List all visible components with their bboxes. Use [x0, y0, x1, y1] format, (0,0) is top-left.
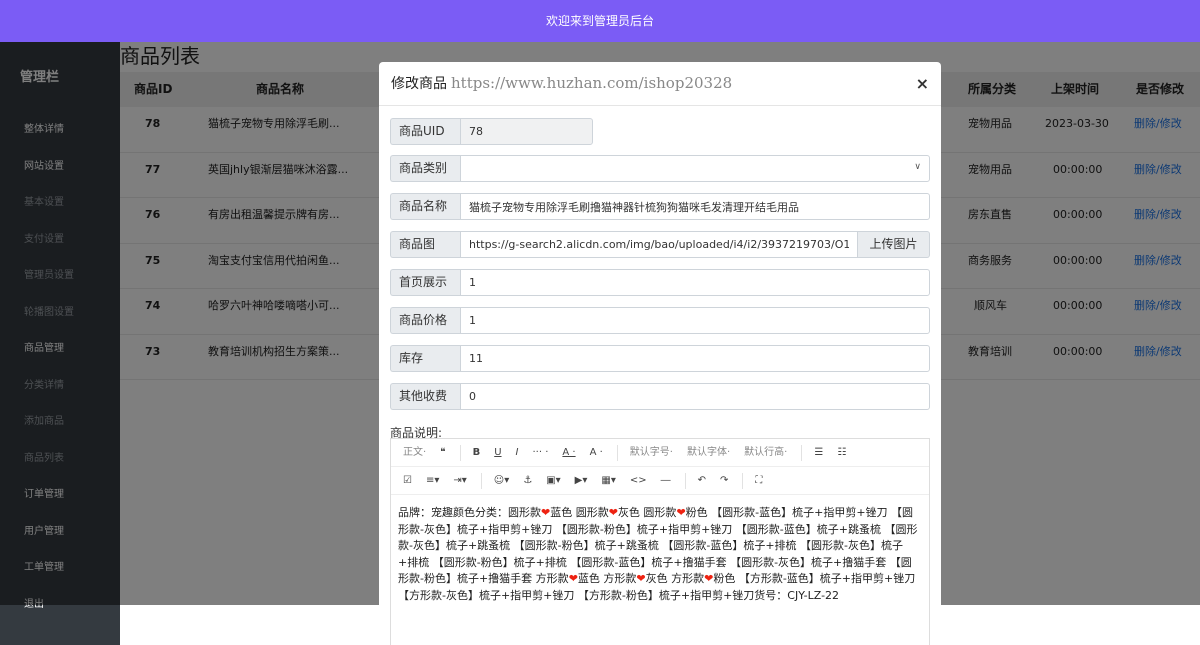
background-color-icon[interactable]: A · [584, 442, 609, 464]
uid-field[interactable] [460, 118, 593, 145]
underline-icon[interactable]: U [488, 442, 507, 464]
bulleted-list-icon[interactable]: ☰ [808, 442, 829, 464]
stock-row: 库存 [390, 345, 930, 372]
code-icon[interactable]: <> [624, 470, 653, 492]
modal-title: 修改商品 [391, 76, 447, 92]
homepage-row: 首页展示 [390, 269, 930, 296]
fee-row: 其他收费 [390, 383, 930, 410]
undo-icon[interactable]: ↶ [692, 470, 712, 492]
editor-toolbar-bottom: ☑ ≡▾ ⇥▾ ☺▾ ⚓ ▣▾ ▶▾ ▦▾ <> ― ↶ ↷ ⛶ [391, 467, 929, 495]
fullscreen-icon[interactable]: ⛶ [749, 470, 768, 492]
edit-product-modal: 修改商品 https://www.huzhan.com/ishop20328 × … [379, 62, 941, 645]
link-icon[interactable]: ⚓ [517, 470, 538, 492]
welcome-text: 欢迎来到管理员后台 [545, 14, 654, 28]
homepage-label: 首页展示 [390, 269, 460, 296]
stock-field[interactable] [460, 345, 930, 372]
divider-line-icon[interactable]: ― [655, 470, 677, 492]
category-field[interactable] [460, 155, 930, 182]
category-select[interactable]: ∨ [460, 155, 930, 182]
close-icon[interactable]: × [916, 74, 929, 93]
toolbar-divider [616, 444, 618, 461]
align-icon[interactable]: ≡▾ [420, 470, 445, 492]
redo-icon[interactable]: ↷ [714, 470, 734, 492]
bold-icon[interactable]: B [467, 442, 487, 464]
category-label: 商品类别 [390, 155, 460, 182]
product-name-field[interactable] [460, 193, 930, 220]
font-size-dropdown[interactable]: 默认字号· [624, 442, 679, 464]
name-row: 商品名称 [390, 193, 930, 220]
toolbar-divider [684, 472, 686, 489]
emoji-icon[interactable]: ☺▾ [488, 470, 515, 492]
price-label: 商品价格 [390, 307, 460, 334]
toolbar-divider [742, 472, 744, 489]
upload-image-button[interactable]: 上传图片 [858, 231, 930, 258]
indent-icon[interactable]: ⇥▾ [447, 470, 472, 492]
quote-icon[interactable]: ❝ [434, 442, 451, 464]
editor-content[interactable]: 品牌：宠趣颜色分类：圆形款❤蓝色 圆形款❤灰色 圆形款❤粉色 【圆形款-蓝色】梳… [391, 495, 929, 614]
toolbar-divider [480, 472, 482, 489]
todo-checkbox-icon[interactable]: ☑ [397, 470, 418, 492]
category-row: 商品类别 ∨ [390, 155, 930, 182]
top-banner: 欢迎来到管理员后台 [0, 0, 1200, 42]
image-icon[interactable]: ▣▾ [540, 470, 566, 492]
paragraph-style-dropdown[interactable]: 正文· [397, 442, 432, 464]
toolbar-divider [459, 444, 461, 461]
image-url-field[interactable] [460, 231, 858, 258]
more-format-icon[interactable]: ··· · [526, 442, 554, 464]
numbered-list-icon[interactable]: ☷ [831, 442, 852, 464]
video-icon[interactable]: ▶▾ [569, 470, 594, 492]
rich-text-editor: 正文· ❝ B U I ··· · A · A · 默认字号· 默认字体· 默认… [390, 438, 930, 645]
line-height-dropdown[interactable]: 默认行高· [738, 442, 793, 464]
font-family-dropdown[interactable]: 默认字体· [681, 442, 736, 464]
stock-label: 库存 [390, 345, 460, 372]
fee-label: 其他收费 [390, 383, 460, 410]
chevron-down-icon: ∨ [914, 162, 921, 172]
image-label: 商品图 [390, 231, 460, 258]
modal-header: 修改商品 https://www.huzhan.com/ishop20328 × [379, 62, 941, 106]
editor-toolbar-top: 正文· ❝ B U I ··· · A · A · 默认字号· 默认字体· 默认… [391, 439, 929, 467]
watermark-text: https://www.huzhan.com/ishop20328 [451, 74, 733, 92]
price-row: 商品价格 [390, 307, 930, 334]
font-color-icon[interactable]: A · [556, 442, 581, 464]
italic-icon[interactable]: I [510, 442, 525, 464]
price-field[interactable] [460, 307, 930, 334]
uid-label: 商品UID [390, 118, 460, 145]
toolbar-divider [801, 444, 803, 461]
other-fee-field[interactable] [460, 383, 930, 410]
homepage-display-field[interactable] [460, 269, 930, 296]
uid-row: 商品UID [390, 118, 930, 145]
name-label: 商品名称 [390, 193, 460, 220]
table-icon[interactable]: ▦▾ [595, 470, 621, 492]
image-row: 商品图 上传图片 [390, 231, 930, 258]
